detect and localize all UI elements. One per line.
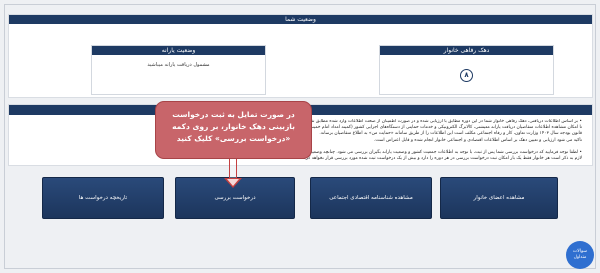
instruction-callout: در صورت تمایل به ثبت درخواست بازبینی دهک…	[155, 101, 312, 159]
subsidy-status-title: وضعیت یارانه	[92, 46, 265, 55]
down-arrow-head-inner-icon	[227, 179, 239, 186]
subsidy-status-card: وضعیت یارانه مشمول دریافت یارانه میباشید	[91, 45, 266, 95]
view-members-button[interactable]: مشاهده اعضای خانوار	[440, 177, 558, 219]
subsidy-status-text: مشمول دریافت یارانه میباشید	[147, 62, 210, 68]
socio-economic-id-button[interactable]: مشاهده شناسنامه اقتصادی اجتماعی	[310, 177, 432, 219]
status-panel-title: وضعیت شما	[9, 15, 592, 24]
request-history-button[interactable]: تاریخچه درخواست ها	[42, 177, 164, 219]
callout-line: «درخواست بررسی» کلیک کنید	[176, 134, 291, 143]
callout-line: بازبینی دهک خانوار، بر روی دکمه	[172, 122, 295, 131]
down-arrow-icon	[229, 159, 237, 179]
welfare-decile-badge: ۸	[460, 69, 473, 82]
callout-line: در صورت تمایل به ثبت درخواست	[172, 110, 295, 119]
faq-button[interactable]: سوالات متداول	[566, 241, 594, 269]
welfare-decile-card: دهک رفاهی خانوار ۸	[379, 45, 554, 95]
status-panel: وضعیت شما وضعیت یارانه مشمول دریافت یارا…	[8, 14, 593, 98]
faq-label-line2: متداول	[573, 255, 587, 260]
welfare-decile-title: دهک رفاهی خانوار	[380, 46, 553, 55]
